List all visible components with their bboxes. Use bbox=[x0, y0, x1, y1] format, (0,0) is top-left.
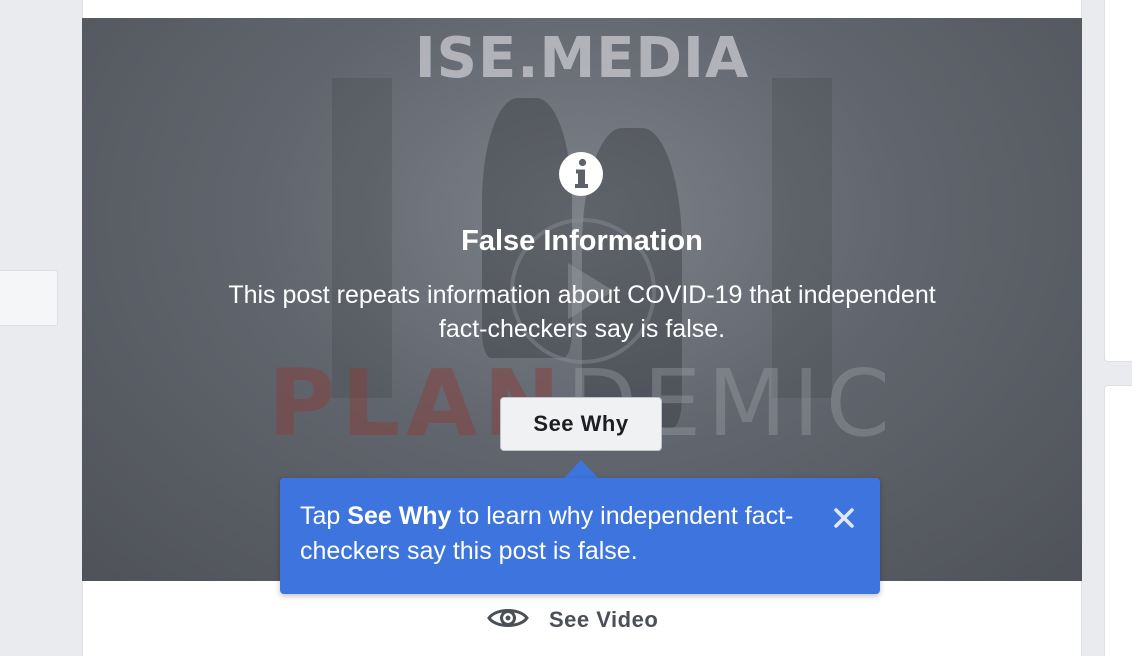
left-column-card bbox=[0, 270, 58, 326]
see-video-label: See Video bbox=[549, 607, 659, 632]
see-why-button[interactable]: See Why bbox=[500, 397, 662, 451]
see-why-tooltip: Tap See Why to learn why independent fac… bbox=[280, 478, 880, 594]
warning-description: This post repeats information about COVI… bbox=[228, 281, 936, 343]
info-icon bbox=[558, 151, 604, 197]
right-column-card bbox=[1104, 0, 1132, 362]
right-column-card bbox=[1104, 385, 1132, 656]
tooltip-text-prefix: Tap bbox=[300, 502, 348, 530]
close-icon[interactable] bbox=[829, 503, 859, 533]
tooltip-arrow bbox=[563, 460, 599, 479]
tooltip-text-bold: See Why bbox=[347, 502, 452, 530]
warning-title: False Information bbox=[461, 225, 703, 257]
page: ISE.MEDIA PLANDEMIC False Information Th… bbox=[0, 0, 1132, 656]
brand-watermark: ISE.MEDIA bbox=[414, 26, 750, 91]
eye-icon bbox=[487, 605, 529, 636]
see-video-button[interactable]: See Video bbox=[487, 601, 658, 639]
